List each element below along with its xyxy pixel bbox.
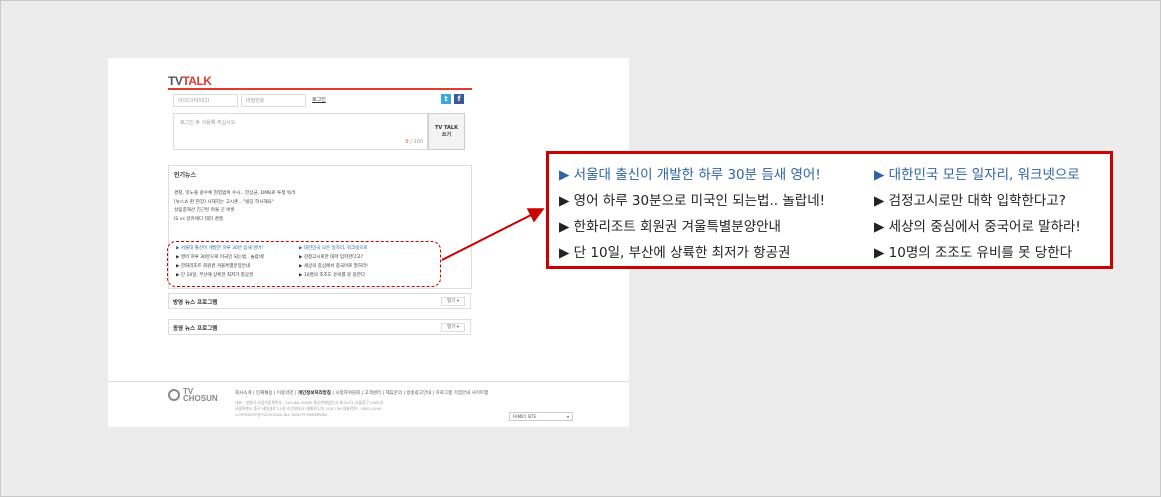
callout-ad-link[interactable]: ▶ 10명의 조조도 유비를 못 당한다 [874, 244, 1081, 270]
callout-ad-link[interactable]: ▶ 영어 하루 30분으로 미국인 되는법.. 놀랍네! [559, 192, 825, 218]
callout-right-column: ▶ 대한민국 모든 일자리, 워크넷으로 ▶ 검정고시로만 대학 입학한다고? … [874, 166, 1081, 270]
callout-ad-link[interactable]: ▶ 세상의 중심에서 중국어로 말하라! [874, 218, 1081, 244]
callout-left-column: ▶ 서울대 출신이 개발한 하루 30분 듬새 영어! ▶ 영어 하루 30분으… [559, 166, 825, 270]
callout-ad-link[interactable]: ▶ 단 10일, 부산에 상륙한 최저가 항공권 [559, 244, 825, 270]
arrow-line [441, 208, 545, 261]
callout-ad-link[interactable]: ▶ 한화리조트 회원권 겨울특별분양안내 [559, 218, 825, 244]
callout-ad-link[interactable]: ▶ 검정고시로만 대학 입학한다고? [874, 192, 1081, 218]
callout-ad-link[interactable]: ▶ 대한민국 모든 일자리, 워크넷으로 [874, 166, 1081, 192]
callout-ad-link[interactable]: ▶ 서울대 출신이 개발한 하루 30분 듬새 영어! [559, 166, 825, 192]
screenshot-frame: TVTALK 아이디(아이디) 비밀번호 로그인 t f 로그인 후 사용해 주… [0, 0, 1161, 497]
zoomed-callout-box: ▶ 서울대 출신이 개발한 하루 30분 듬새 영어! ▶ 영어 하루 30분으… [546, 151, 1113, 269]
